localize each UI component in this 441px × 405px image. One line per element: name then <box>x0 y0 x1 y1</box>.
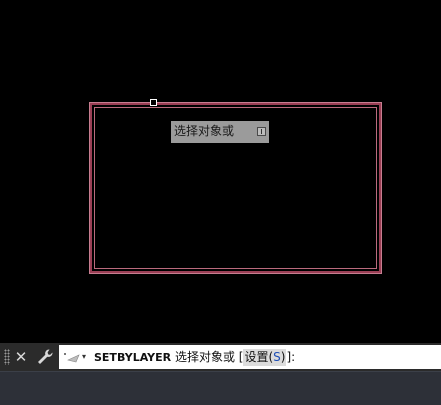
drawing-canvas[interactable]: 选择对象或 <box>0 0 441 343</box>
option-paren-close: ) <box>280 350 286 364</box>
close-icon[interactable]: ✕ <box>12 347 30 367</box>
command-prompt-icon[interactable] <box>62 350 82 364</box>
grip-handle[interactable] <box>4 349 10 365</box>
down-arrow-icon[interactable] <box>257 127 266 136</box>
bracket-close: ]: <box>286 350 296 364</box>
option-label: 设置 <box>244 350 269 364</box>
chevron-down-icon[interactable]: ▾ <box>82 345 90 369</box>
prompt-message: 选择对象或 <box>174 350 235 364</box>
tooltip-text: 选择对象或 <box>174 124 235 138</box>
command-prompt-text: SETBYLAYER 选择对象或 [设置(S)]: <box>94 345 295 369</box>
command-name: SETBYLAYER <box>94 351 172 364</box>
command-input[interactable]: ▾ SETBYLAYER 选择对象或 [设置(S)]: <box>59 345 441 369</box>
bottom-panel <box>0 371 441 405</box>
option-key: S <box>273 350 281 364</box>
pickbox-cursor <box>150 99 157 106</box>
dynamic-input-tooltip: 选择对象或 <box>171 121 269 143</box>
command-line-bar: ✕ ▾ SETBYLAYER 选择对象或 [设置(S)]: <box>0 343 441 371</box>
wrench-icon[interactable] <box>35 347 55 367</box>
option-settings[interactable]: 设置(S) <box>243 349 287 366</box>
